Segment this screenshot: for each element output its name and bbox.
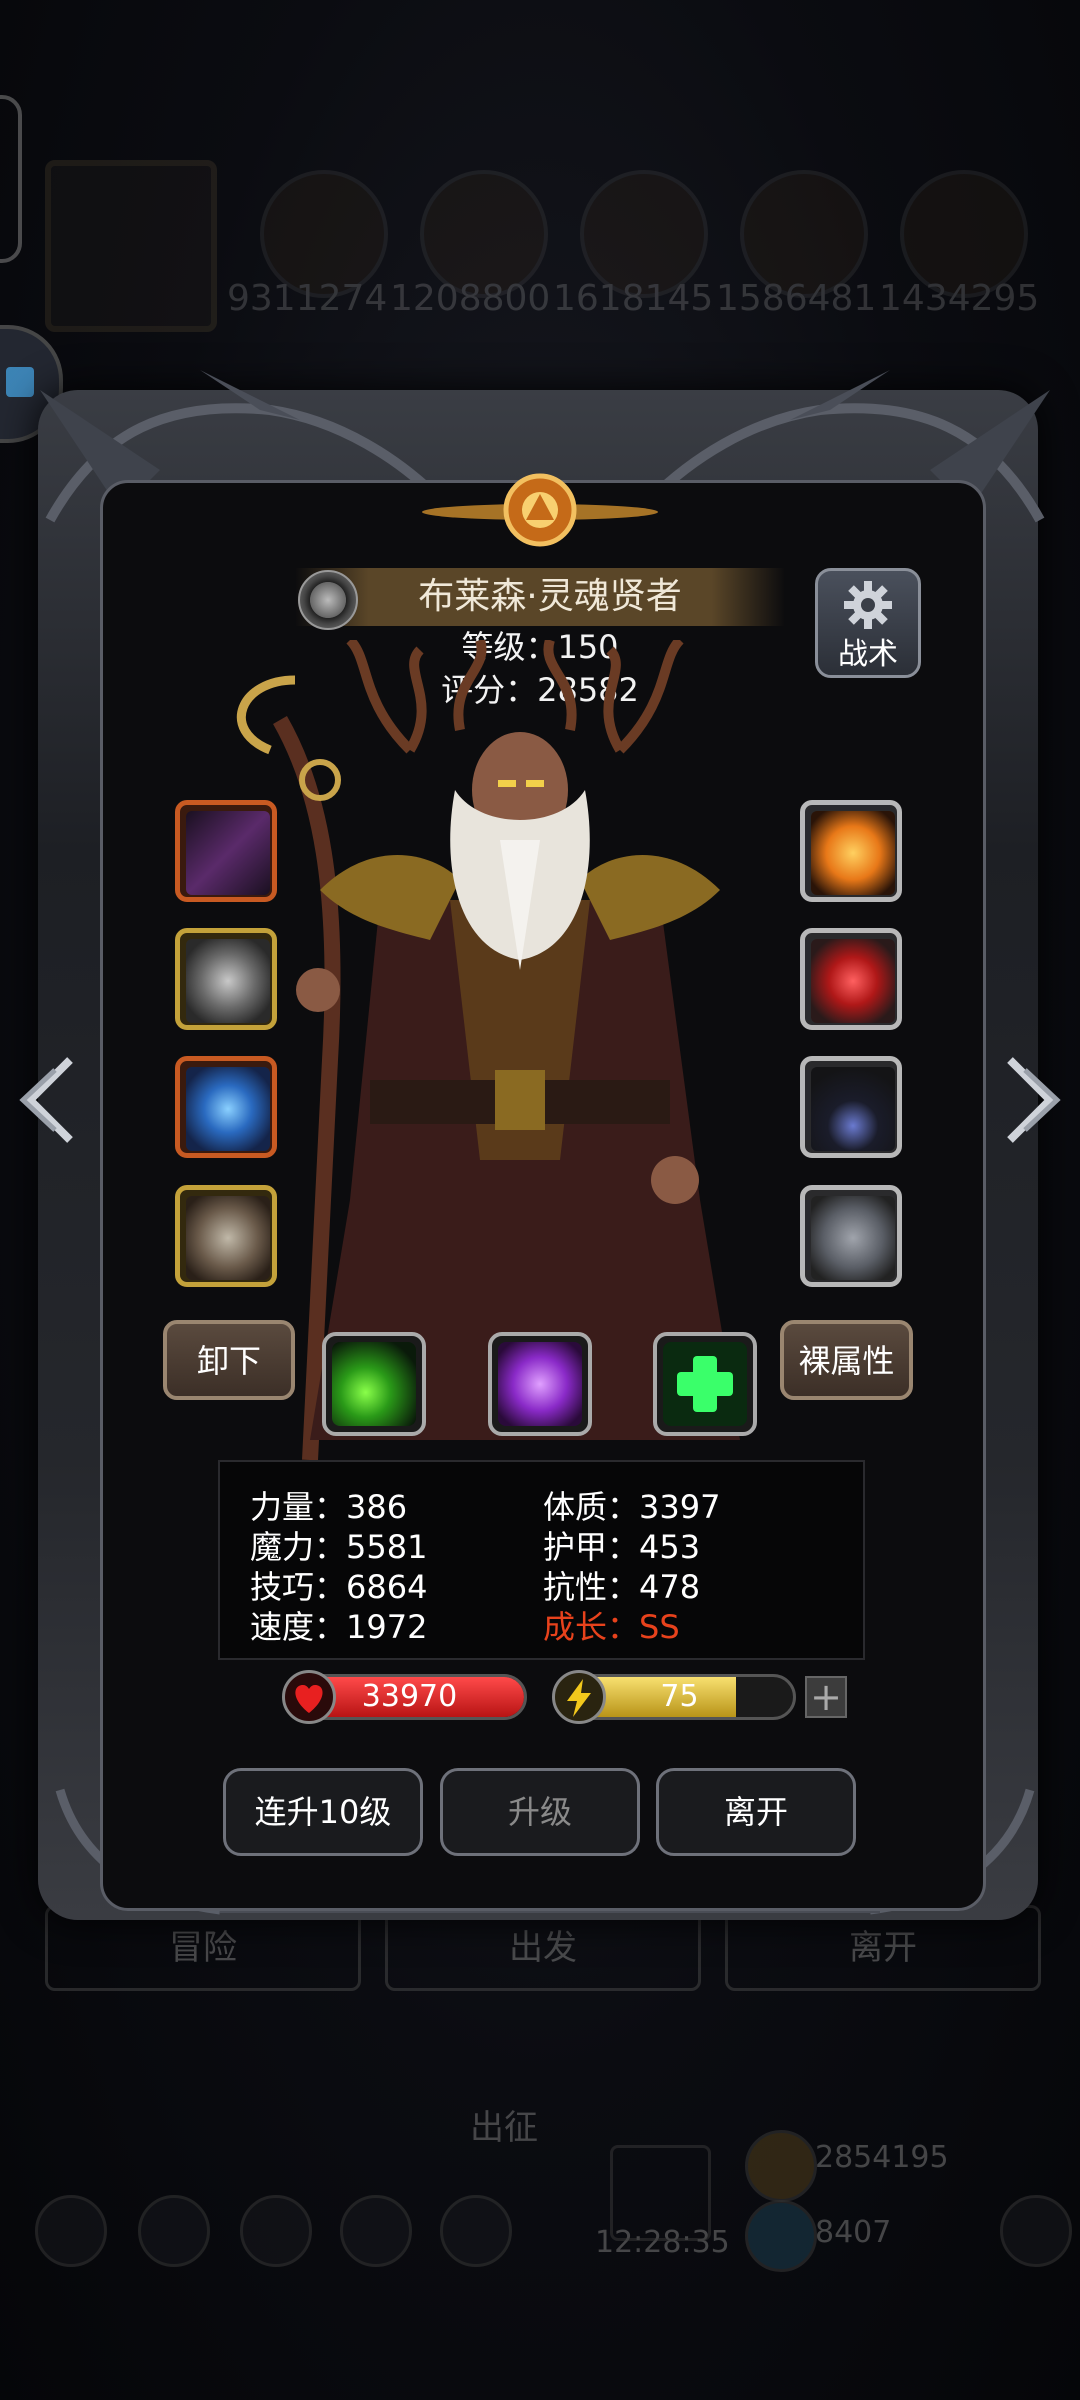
stat-growth: 成长：SS: [543, 1608, 680, 1646]
crest-emblem-icon: [422, 473, 658, 547]
plus-heal-icon: [677, 1356, 733, 1412]
background-resource-value: 1586481: [716, 278, 877, 319]
equip-slot-weapon[interactable]: [175, 800, 277, 902]
background-resource-value: 1618145: [553, 278, 714, 319]
unequip-button[interactable]: 卸下: [163, 1320, 295, 1400]
background-avatar: [45, 160, 217, 332]
background-menu-icon: [35, 2195, 107, 2267]
hero-name: 布莱森·灵魂贤者: [418, 576, 682, 617]
background-menu-icon: [138, 2195, 210, 2267]
equip-slot-ring-fire[interactable]: [800, 800, 902, 902]
background-gem-amount: 8407: [815, 2215, 892, 2250]
background-menu-icon: [440, 2195, 512, 2267]
background-resource-value: 1434295: [879, 278, 1040, 319]
level-up-10-button[interactable]: 连升10级: [223, 1768, 423, 1856]
skill-slot-heal[interactable]: [653, 1332, 757, 1436]
add-energy-button[interactable]: +: [805, 1676, 847, 1718]
equip-slot-ring-ruby[interactable]: [800, 928, 902, 1030]
equip-slot-gem[interactable]: [175, 1056, 277, 1158]
equip-slot-necklace[interactable]: [800, 1056, 902, 1158]
background-menu-icon: [240, 2195, 312, 2267]
next-hero-chevron-right-icon[interactable]: [995, 1050, 1065, 1150]
level-up-button[interactable]: 升级: [440, 1768, 640, 1856]
equip-slot-shield[interactable]: [800, 1185, 902, 1287]
stat-speed: 速度：1972: [250, 1608, 428, 1646]
background-gift-icon: [610, 2145, 711, 2241]
previous-hero-chevron-left-icon[interactable]: [15, 1050, 85, 1150]
equip-slot-accessory[interactable]: [175, 1185, 277, 1287]
background-gold-amount: 2854195: [815, 2140, 949, 2175]
skill-slot-green-bolt[interactable]: [322, 1332, 426, 1436]
leave-button[interactable]: 离开: [656, 1768, 856, 1856]
background-gold-icon: [745, 2130, 817, 2202]
background-menu-icon: [340, 2195, 412, 2267]
background-menu-icon: [1000, 2195, 1072, 2267]
background-gem-icon: [745, 2200, 817, 2272]
gear-icon: [844, 581, 892, 629]
background-resource-row: 9311274 1208800 1618145 1586481 1434295: [45, 160, 1045, 340]
base-attributes-button[interactable]: 裸属性: [780, 1320, 913, 1400]
heart-icon: [282, 1670, 336, 1724]
background-resource-value: 9311274: [227, 278, 388, 319]
background-expedition-label: 出征: [470, 2108, 538, 2148]
skill-slot-spirit[interactable]: [488, 1332, 592, 1436]
background-resource-value: 1208800: [390, 278, 551, 319]
equip-slot-armor[interactable]: [175, 928, 277, 1030]
lightning-icon: [552, 1670, 606, 1724]
background-side-tab: [0, 95, 22, 263]
